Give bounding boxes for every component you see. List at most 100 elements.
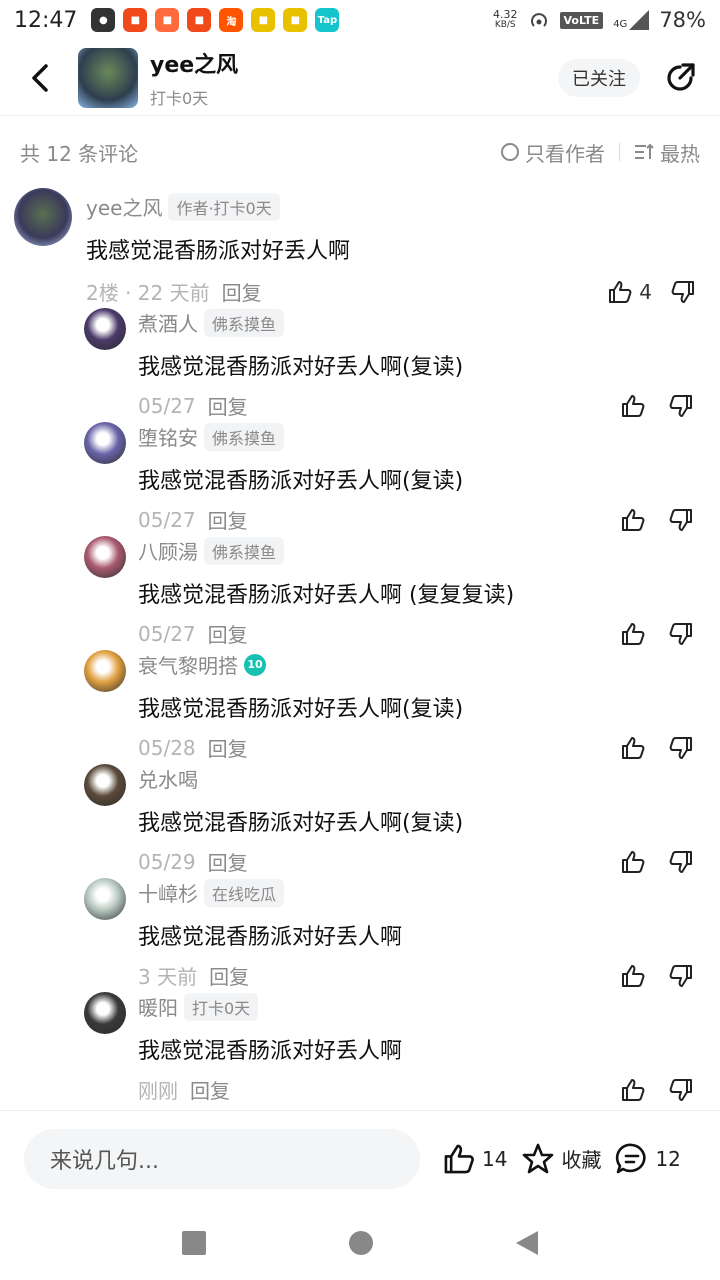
comment-username[interactable]: yee之风 (86, 192, 162, 221)
comment-text: 我感觉混香肠派对好丢人啊 (86, 239, 351, 264)
comment-name-row: yee之风 作者·打卡0天 (86, 192, 696, 221)
reply-avatar[interactable] (84, 422, 126, 464)
reply-avatar[interactable] (84, 992, 126, 1034)
user-tag: 在线吃瓜 (204, 878, 285, 907)
reply-username[interactable]: 煮酒人 (138, 308, 198, 337)
like-button[interactable] (620, 507, 646, 533)
system-back-button[interactable] (516, 1231, 539, 1255)
reply-item: 十嶂杉 在线吃瓜 我感觉混香肠派对好丢人啊 3 天前 回复 (84, 872, 700, 989)
thumbs-down-icon (669, 508, 692, 531)
network-speed: 4.32 KB/S (493, 9, 518, 31)
signal-icon: 4G (613, 10, 650, 30)
dislike-button[interactable] (668, 1077, 694, 1103)
reply-avatar[interactable] (84, 308, 126, 350)
thumbs-up-icon (622, 394, 645, 417)
reply-username[interactable]: 八顾湯 (138, 536, 198, 565)
toolbar-filters: 只看作者 最热 (501, 138, 700, 167)
dislike-button[interactable] (668, 735, 694, 761)
home-button[interactable] (348, 1231, 373, 1255)
reply-actions (620, 621, 694, 647)
reply-username[interactable]: 兑水喝 (138, 764, 198, 793)
like-button[interactable] (620, 963, 646, 989)
author-checkin: 打卡0天 (150, 88, 209, 108)
sort-button[interactable]: 最热 (634, 138, 700, 167)
share-button[interactable] (660, 58, 700, 98)
dislike-button[interactable] (668, 963, 694, 989)
reply-actions (620, 963, 694, 989)
reply-item: 煮酒人 佛系摸鱼 我感觉混香肠派对好丢人啊(复读) 05/27 回复 (84, 302, 700, 419)
reply-button[interactable]: 回复 (190, 1075, 230, 1104)
comment-actions: 4 (607, 279, 696, 305)
reply-actions (620, 1077, 694, 1103)
reply-body: 八顾湯 佛系摸鱼 我感觉混香肠派对好丢人啊 (复复复读) 05/27 回复 (138, 536, 694, 648)
like-button[interactable] (620, 621, 646, 647)
comments-button[interactable]: 12 (615, 1142, 681, 1176)
reply-avatar[interactable] (84, 878, 126, 920)
like-button[interactable]: 4 (607, 279, 652, 305)
favorite-label: 收藏 (561, 1148, 602, 1172)
reply-avatar[interactable] (84, 764, 126, 806)
reply-meta: 刚刚 回复 (138, 1075, 694, 1104)
thumbs-down-icon (671, 280, 694, 303)
like-button[interactable] (620, 1077, 646, 1103)
shopping-app-icon: ■ (155, 8, 180, 32)
thumbs-up-icon (622, 736, 645, 759)
dislike-button[interactable] (670, 279, 696, 305)
reply-username[interactable]: 衰气黎明搭 (138, 650, 238, 679)
like-button[interactable] (620, 393, 646, 419)
sort-label: 最热 (660, 141, 700, 166)
toolbar-divider (619, 143, 620, 161)
author-name[interactable]: yee之风 (150, 47, 238, 79)
author-info: yee之风 打卡0天 (150, 47, 238, 109)
radio-circle-icon (501, 143, 519, 161)
dislike-button[interactable] (668, 393, 694, 419)
thumbs-up-icon (622, 850, 645, 873)
comments-count: 12 (655, 1146, 681, 1171)
like-button[interactable] (620, 849, 646, 875)
recents-button[interactable] (181, 1231, 206, 1255)
dislike-button[interactable] (668, 849, 694, 875)
network-speed-unit: KB/S (494, 20, 516, 30)
dislike-button[interactable] (668, 507, 694, 533)
thumbs-down-icon (669, 622, 692, 645)
reply-username[interactable]: 暖阳 (138, 992, 178, 1021)
comment-input[interactable]: 来说几句... (24, 1128, 420, 1189)
favorite-button[interactable]: 收藏 (521, 1142, 601, 1176)
author-avatar[interactable] (78, 47, 138, 108)
reply-date: 05/29 (138, 849, 196, 874)
reply-avatar[interactable] (84, 650, 126, 692)
reply-text: 我感觉混香肠派对好丢人啊(复读) (138, 355, 464, 380)
reply-date: 05/27 (138, 393, 196, 418)
status-time: 12:47 (14, 7, 78, 33)
dislike-button[interactable] (668, 621, 694, 647)
reply-body: 十嶂杉 在线吃瓜 我感觉混香肠派对好丢人啊 3 天前 回复 (138, 878, 694, 990)
comment-count: 共 12 条评论 (20, 141, 139, 166)
back-button[interactable] (20, 58, 60, 98)
battery-level: 78% (659, 8, 706, 32)
chevron-left-icon (32, 63, 48, 92)
thumbs-down-icon (669, 736, 692, 759)
reply-text: 我感觉混香肠派对好丢人啊(复读) (138, 469, 464, 494)
sort-icon (635, 143, 654, 159)
reply-username[interactable]: 十嶂杉 (138, 878, 198, 907)
reply-item: 八顾湯 佛系摸鱼 我感觉混香肠派对好丢人啊 (复复复读) 05/27 回复 (84, 530, 700, 647)
user-tag: 打卡0天 (184, 992, 259, 1021)
thumbs-up-icon (622, 508, 645, 531)
bottom-like-button[interactable]: 14 (442, 1142, 507, 1176)
follow-button[interactable]: 已关注 (558, 58, 640, 97)
comment-avatar[interactable] (14, 188, 72, 246)
like-button[interactable] (620, 735, 646, 761)
reply-item: 堕铭安 佛系摸鱼 我感觉混香肠派对好丢人啊(复读) 05/27 回复 (84, 416, 700, 533)
thumbs-up-icon (622, 964, 645, 987)
network-type: 4G (613, 19, 628, 30)
taobao-special-icon: ■ (123, 8, 148, 32)
reply-name-row: 十嶂杉 在线吃瓜 (138, 878, 694, 907)
author-only-label: 只看作者 (525, 141, 605, 166)
comment-body: yee之风 作者·打卡0天 我感觉混香肠派对好丢人啊 2楼 · 22 天前 回复… (86, 192, 696, 306)
reply-avatar[interactable] (84, 536, 126, 578)
reply-username[interactable]: 堕铭安 (138, 422, 198, 451)
thumbs-down-icon (669, 394, 692, 417)
reply-item: 兑水喝 我感觉混香肠派对好丢人啊(复读) 05/29 回复 (84, 758, 700, 875)
author-only-toggle[interactable]: 只看作者 (501, 138, 605, 167)
bottom-input-bar: 来说几句... 14 收藏 12 (0, 1110, 720, 1206)
